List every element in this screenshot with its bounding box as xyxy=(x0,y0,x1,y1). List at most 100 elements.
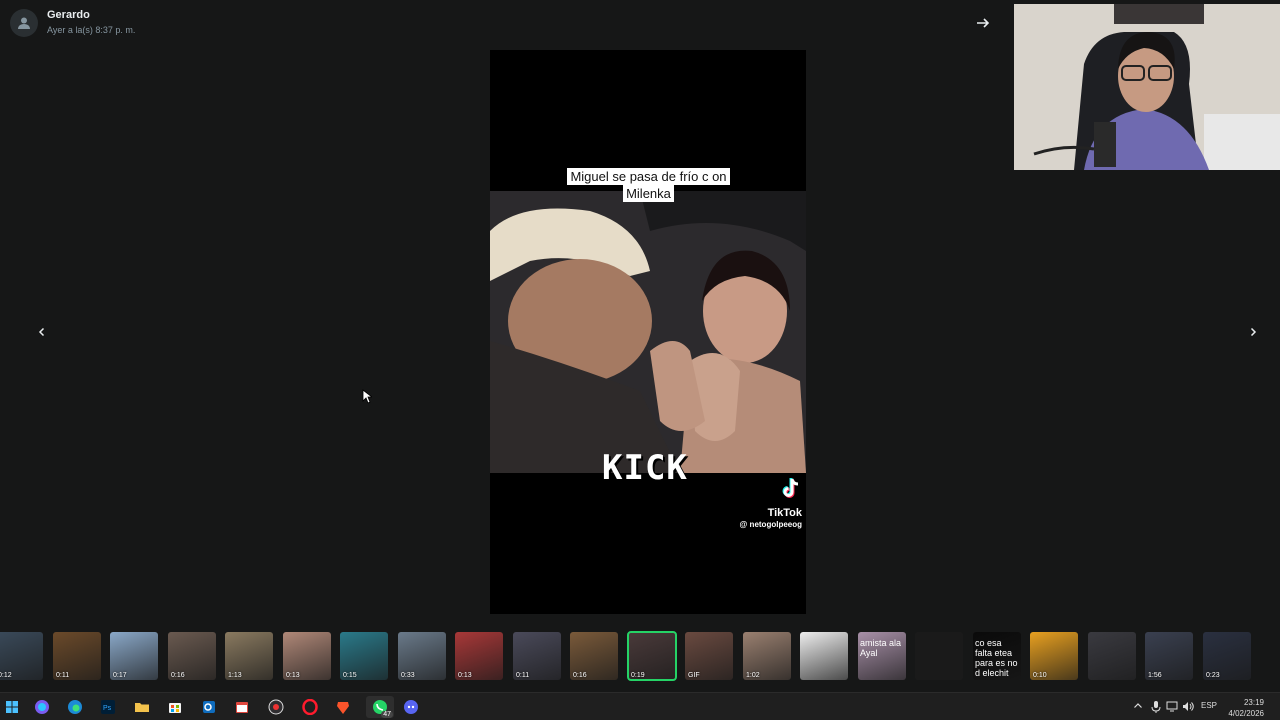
chevron-up-icon xyxy=(1134,703,1142,708)
media-thumbnail[interactable]: 1:56 xyxy=(1145,632,1193,680)
thumbnail-duration: 0:33 xyxy=(401,672,415,679)
media-thumbnail[interactable]: GIF xyxy=(685,632,733,680)
kick-overlay-text: KICK xyxy=(602,448,688,488)
file-explorer-taskbar-button[interactable] xyxy=(131,696,153,718)
media-thumbnail[interactable]: 0:16 xyxy=(570,632,618,680)
message-timestamp: Ayer a la(s) 8:37 p. m. xyxy=(47,25,136,35)
discord-taskbar-button[interactable] xyxy=(400,696,422,718)
thumbnail-duration: 0:16 xyxy=(573,672,587,679)
volume-tray-button[interactable] xyxy=(1182,701,1194,714)
show-hidden-icons-button[interactable] xyxy=(1133,701,1143,713)
whatsapp-unread-badge: 47 xyxy=(381,711,393,718)
whatsapp-taskbar-button[interactable]: 47 xyxy=(366,696,394,718)
media-thumbnail[interactable]: amista ala Ayal xyxy=(858,632,906,680)
taskbar-clock[interactable]: 23:19 4/02/2026 xyxy=(1228,697,1264,719)
media-thumbnail[interactable]: 0:12 xyxy=(0,632,43,680)
tiktok-watermark: TikTok @ netogolpeeog xyxy=(740,478,802,529)
microphone-icon xyxy=(1151,701,1161,713)
brave-taskbar-button[interactable] xyxy=(332,696,354,718)
media-thumbnail[interactable]: 1:13 xyxy=(225,632,273,680)
discord-icon xyxy=(404,700,418,714)
media-thumbnail[interactable]: 1:02 xyxy=(743,632,791,680)
folder-icon xyxy=(135,703,149,712)
calendar-taskbar-button[interactable] xyxy=(231,696,253,718)
thumbnail-duration: 0:11 xyxy=(56,672,70,679)
media-thumbnail[interactable]: 0:16 xyxy=(168,632,216,680)
windows-taskbar: Ps 47 ESP 23:19 4/02/2026 xyxy=(0,692,1280,720)
media-thumbnail[interactable] xyxy=(915,632,963,680)
webcam-picture xyxy=(1014,4,1280,170)
tiktok-brand: TikTok xyxy=(767,507,802,519)
store-taskbar-button[interactable] xyxy=(164,696,186,718)
sender-avatar[interactable] xyxy=(10,9,38,37)
media-thumbnail[interactable]: 0:17 xyxy=(110,632,158,680)
media-thumbnail[interactable]: 0:10 xyxy=(1030,632,1078,680)
media-viewer: Gerardo Ayer a la(s) 8:37 p. m. Miguel s… xyxy=(0,0,1280,690)
thumbnail-duration: 0:17 xyxy=(113,672,127,679)
thumbnail-duration: 0:16 xyxy=(171,672,185,679)
media-thumbnail[interactable]: 0:33 xyxy=(398,632,446,680)
speaker-icon xyxy=(1183,702,1194,711)
media-thumbnail[interactable] xyxy=(1088,632,1136,680)
media-thumbnail[interactable]: 0:11 xyxy=(513,632,561,680)
start-button[interactable] xyxy=(1,696,23,718)
opera-icon xyxy=(302,699,318,715)
media-thumbnail[interactable]: 0:13 xyxy=(455,632,503,680)
chevron-right-icon xyxy=(1250,327,1257,337)
media-thumbnail[interactable]: 0:11 xyxy=(53,632,101,680)
store-icon xyxy=(169,703,181,713)
media-thumbnail[interactable]: 0:23 xyxy=(1203,632,1251,680)
network-tray-button[interactable] xyxy=(1166,701,1178,714)
webcam-overlay xyxy=(1014,4,1280,170)
media-thumbnail[interactable]: 0:15 xyxy=(340,632,388,680)
thumbnail-text: co esa falta etea para es no d elechit xyxy=(975,638,1018,678)
arrow-right-icon xyxy=(977,18,990,28)
svg-text:Ps: Ps xyxy=(103,705,112,712)
network-icon xyxy=(1166,701,1178,712)
thumbnail-duration: 0:15 xyxy=(343,672,357,679)
thumbnail-duration: 0:13 xyxy=(458,672,472,679)
thumbnail-duration: GIF xyxy=(688,672,700,679)
calendar-icon xyxy=(236,702,248,713)
next-media-button[interactable] xyxy=(1241,320,1265,344)
thumbnail-duration: 1:13 xyxy=(228,672,242,679)
video-frame-picture xyxy=(490,191,806,473)
media-thumbnail[interactable]: 0:13 xyxy=(283,632,331,680)
thumbnail-duration: 1:56 xyxy=(1148,672,1162,679)
forward-button[interactable] xyxy=(972,12,994,34)
thumbnail-duration: 0:12 xyxy=(0,672,12,679)
media-thumbnail[interactable]: 0:19 xyxy=(627,631,677,681)
media-thumbnail-strip: 0:12 0:11 0:17 0:16 1:13 0:13 0:15 0:33 0:13 0:11… xyxy=(0,631,1280,682)
outlook-icon xyxy=(203,701,215,713)
outlook-taskbar-button[interactable] xyxy=(198,696,220,718)
microphone-tray-button[interactable] xyxy=(1151,701,1161,715)
brave-icon xyxy=(337,702,349,714)
input-language-indicator[interactable]: ESP xyxy=(1201,701,1217,710)
thumbnail-duration: 0:19 xyxy=(631,672,645,679)
edge-taskbar-button[interactable] xyxy=(64,696,86,718)
windows-logo-icon xyxy=(6,701,18,713)
clock-time: 23:19 xyxy=(1243,698,1264,707)
clock-date: 4/02/2026 xyxy=(1228,709,1264,718)
mouse-cursor-icon xyxy=(362,389,372,404)
thumbnail-duration: 0:10 xyxy=(1033,672,1047,679)
thumbnail-duration: 1:02 xyxy=(746,672,760,679)
edge-icon xyxy=(68,700,82,714)
thumbnail-duration: 0:11 xyxy=(516,672,530,679)
previous-media-button[interactable] xyxy=(30,320,54,344)
media-thumbnail[interactable]: co esa falta etea para es no d elechit xyxy=(973,632,1021,680)
media-thumbnail[interactable] xyxy=(800,632,848,680)
opera-taskbar-button[interactable] xyxy=(299,696,321,718)
video-player[interactable]: Miguel se pasa de frío c on Milenka KICK… xyxy=(490,50,806,614)
video-frame xyxy=(490,191,806,473)
photoshop-taskbar-button[interactable]: Ps xyxy=(97,696,119,718)
chevron-left-icon xyxy=(38,327,45,337)
obs-taskbar-button[interactable] xyxy=(265,696,287,718)
thumbnail-duration: 0:13 xyxy=(286,672,300,679)
copilot-taskbar-button[interactable] xyxy=(31,696,53,718)
tiktok-logo-icon xyxy=(782,478,799,498)
thumbnail-duration: 0:23 xyxy=(1206,672,1220,679)
tiktok-handle: @ netogolpeeog xyxy=(739,520,802,529)
video-caption: Miguel se pasa de frío c on Milenka xyxy=(567,168,730,202)
sender-name: Gerardo xyxy=(47,9,90,21)
